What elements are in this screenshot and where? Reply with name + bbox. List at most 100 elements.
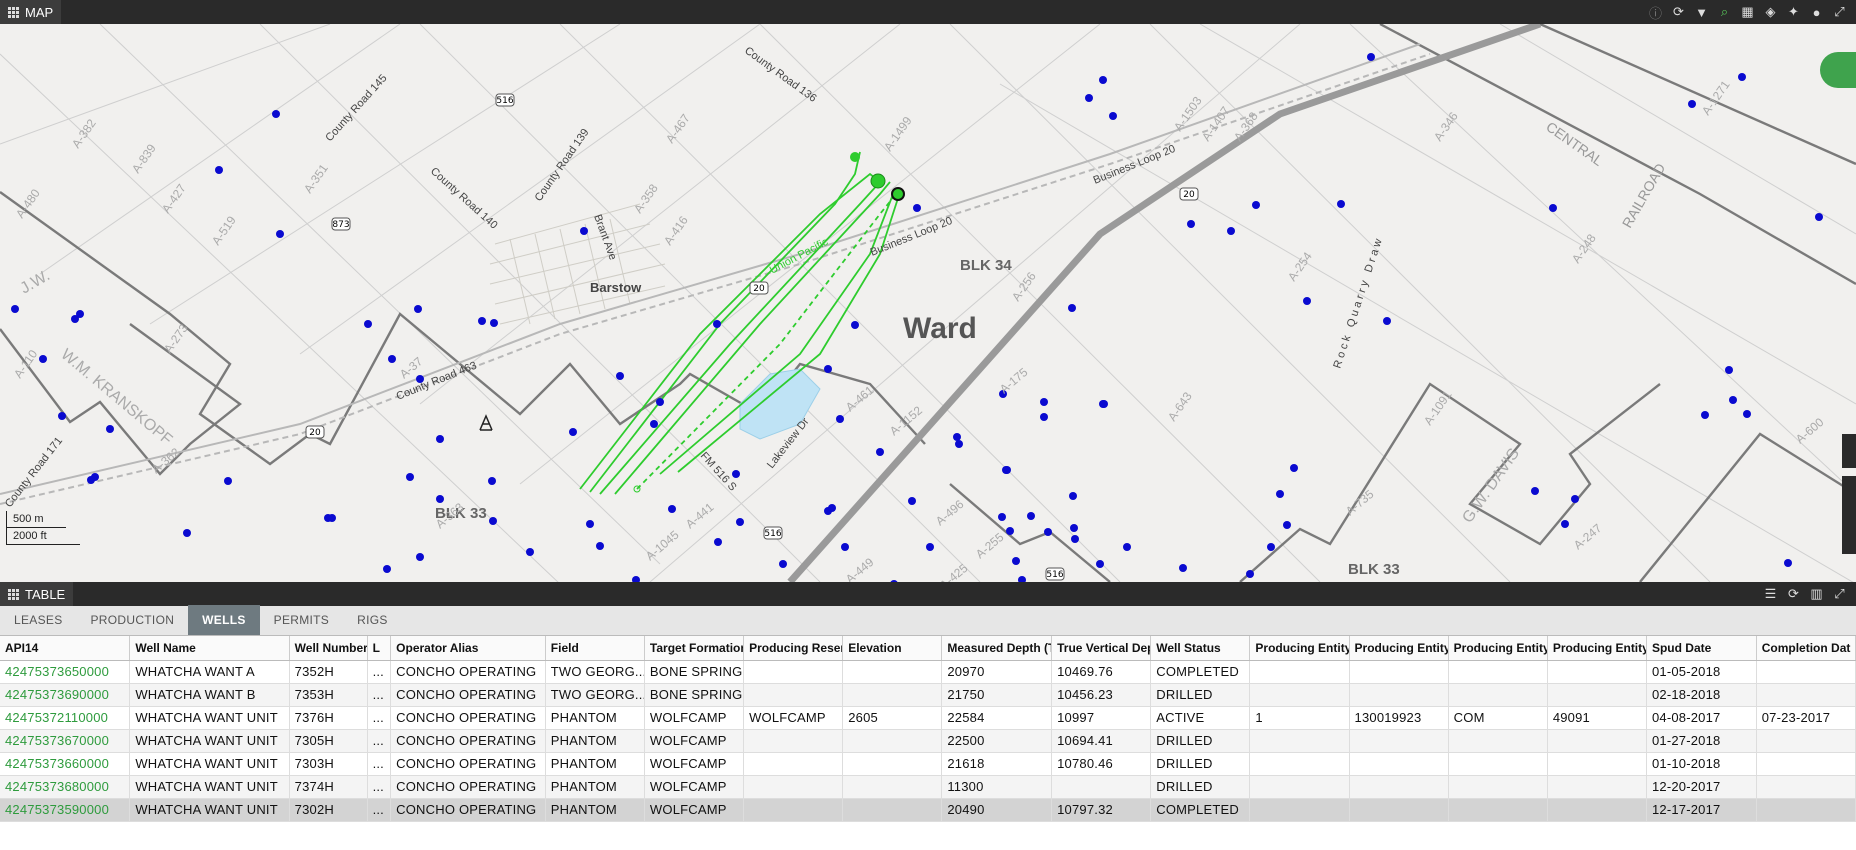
- table-cell: [842, 683, 943, 707]
- shield-label-4: 20: [1183, 190, 1195, 200]
- expand-icon[interactable]: ⤢: [1831, 586, 1848, 603]
- side-drawer-handle-1[interactable]: [1842, 434, 1856, 468]
- table-cell: 20490: [941, 798, 1053, 822]
- column-header[interactable]: True Vertical Depth: [1051, 636, 1152, 661]
- table-cell: CONCHO OPERATING: [390, 660, 546, 684]
- table-cell: TWO GEORG...: [545, 683, 645, 707]
- column-header[interactable]: Producing Entity C: [1249, 636, 1350, 661]
- zoom-search-icon[interactable]: ⌕: [1716, 4, 1733, 21]
- table-row[interactable]: 42475373660000 WHATCHA WANT UNIT 7303H... C…: [0, 752, 1856, 776]
- column-header[interactable]: Well Number: [289, 636, 368, 661]
- layer-table-icon[interactable]: ▦: [1739, 4, 1756, 21]
- column-header[interactable]: Measured Depth (TD: [941, 636, 1053, 661]
- info-icon[interactable]: ⓘ: [1647, 4, 1664, 21]
- table-cell: WOLFCAMP: [644, 706, 745, 730]
- table-cell: DRILLED: [1150, 729, 1251, 753]
- column-header[interactable]: Operator Alias: [390, 636, 546, 661]
- table-row[interactable]: 42475372110000 WHATCHA WANT UNIT 7376H... C…: [0, 706, 1856, 730]
- table-cell: ...: [367, 798, 392, 822]
- column-header[interactable]: Producing Reserv: [743, 636, 844, 661]
- table-cell: 10997: [1051, 706, 1152, 730]
- table-panel-title: TABLE: [25, 586, 66, 602]
- table-cell: [1249, 683, 1350, 707]
- column-header[interactable]: Completion Dat: [1756, 636, 1856, 661]
- scale-imperial: 2000 ft: [6, 528, 80, 545]
- column-header[interactable]: Well Status: [1150, 636, 1251, 661]
- table-cell: 21618: [941, 752, 1053, 776]
- surface-location-marker[interactable]: [850, 152, 860, 162]
- column-header[interactable]: Producing Entity T: [1448, 636, 1548, 661]
- column-header[interactable]: API14: [0, 636, 131, 661]
- filter-icon[interactable]: ▼: [1693, 4, 1710, 21]
- table-cell: PHANTOM: [545, 775, 645, 799]
- column-header[interactable]: L: [367, 636, 392, 661]
- table-row[interactable]: 42475373650000 WHATCHA WANT A 7352H... CONC…: [0, 660, 1856, 684]
- column-header[interactable]: Producing Entity L: [1547, 636, 1647, 661]
- table-cell: WOLFCAMP: [644, 775, 745, 799]
- table-cell: CONCHO OPERATING: [390, 683, 546, 707]
- expand-icon[interactable]: ⤢: [1831, 4, 1848, 21]
- table-row[interactable]: 42475373690000 WHATCHA WANT B 7353H... CONC…: [0, 683, 1856, 707]
- layers-toggle-icon[interactable]: [1820, 52, 1856, 88]
- table-cell: [1756, 752, 1856, 776]
- table-row[interactable]: 42475373680000 WHATCHA WANT UNIT 7374H... C…: [0, 775, 1856, 799]
- column-header[interactable]: Elevation: [842, 636, 943, 661]
- table-cell: ...: [367, 683, 392, 707]
- table-panel-tab[interactable]: TABLE: [0, 582, 74, 606]
- cube-3d-icon[interactable]: ◈: [1762, 4, 1779, 21]
- shield-label-7: 516: [1046, 570, 1063, 580]
- drag-grip-icon[interactable]: [8, 588, 19, 600]
- table-cell: [1448, 798, 1548, 822]
- table-cell: WOLFCAMP: [743, 706, 844, 730]
- table-cell: [1448, 683, 1548, 707]
- table-cell: DRILLED: [1150, 775, 1251, 799]
- table-cell: [842, 775, 943, 799]
- table-row[interactable]: 42475373670000 WHATCHA WANT UNIT 7305H... C…: [0, 729, 1856, 753]
- column-header[interactable]: Well Name: [129, 636, 290, 661]
- selected-well-cluster-marker[interactable]: [870, 173, 886, 189]
- column-header[interactable]: Producing Entity I: [1349, 636, 1449, 661]
- api-link-cell[interactable]: 42475373650000: [0, 660, 131, 684]
- api-link-cell[interactable]: 42475373680000: [0, 775, 131, 799]
- table-cell: [1349, 729, 1449, 753]
- drag-grip-icon[interactable]: [8, 6, 19, 18]
- table-cell: DRILLED: [1150, 752, 1251, 776]
- column-header[interactable]: Field: [545, 636, 645, 661]
- table-cell: ...: [367, 706, 392, 730]
- tab-rigs[interactable]: RIGS: [343, 605, 402, 635]
- refresh-icon[interactable]: ⟳: [1785, 586, 1802, 603]
- tab-permits[interactable]: PERMITS: [260, 605, 343, 635]
- tab-wells[interactable]: WELLS: [188, 605, 260, 635]
- location-marker-icon[interactable]: ●: [1808, 4, 1825, 21]
- pin-icon[interactable]: ✦: [1785, 4, 1802, 21]
- chart-icon[interactable]: ▥: [1808, 586, 1825, 603]
- map-panel-tab[interactable]: MAP: [0, 0, 62, 24]
- api-link-cell[interactable]: 42475373690000: [0, 683, 131, 707]
- selected-well-marker[interactable]: [891, 187, 905, 201]
- api-link-cell[interactable]: 42475372110000: [0, 706, 131, 730]
- side-drawer-handle-2[interactable]: [1842, 476, 1856, 554]
- column-list-icon[interactable]: ☰: [1762, 586, 1779, 603]
- api-link-cell[interactable]: 42475373590000: [0, 798, 131, 822]
- api-link-cell[interactable]: 42475373670000: [0, 729, 131, 753]
- map-panel-header: MAP ⓘ ⟳ ▼ ⌕ ▦ ◈ ✦ ● ⤢: [0, 0, 1856, 24]
- map-canvas[interactable]: 516 873 20 20 20 516 516 20 Ward Barstow…: [0, 24, 1856, 582]
- table-panel-header: TABLE ☰ ⟳ ▥ ⤢: [0, 582, 1856, 606]
- table-cell: [1249, 660, 1350, 684]
- table-cell: CONCHO OPERATING: [390, 775, 546, 799]
- tab-production[interactable]: PRODUCTION: [77, 605, 189, 635]
- api-link-cell[interactable]: 42475373660000: [0, 752, 131, 776]
- tab-leases[interactable]: LEASES: [0, 605, 77, 635]
- table-cell: ...: [367, 729, 392, 753]
- table-tabs: LEASES PRODUCTION WELLS PERMITS RIGS: [0, 605, 1856, 636]
- table-cell: 01-27-2018: [1646, 729, 1757, 753]
- table-cell: [842, 752, 943, 776]
- table-cell: TWO GEORG...: [545, 660, 645, 684]
- refresh-icon[interactable]: ⟳: [1670, 4, 1687, 21]
- column-header[interactable]: Target Formation: [644, 636, 745, 661]
- table-cell: PHANTOM: [545, 729, 645, 753]
- column-header[interactable]: Spud Date: [1646, 636, 1757, 661]
- table-row[interactable]: 42475373590000 WHATCHA WANT UNIT 7302H... C…: [0, 798, 1856, 822]
- table-cell: COMPLETED: [1150, 798, 1251, 822]
- table-cell: [1349, 798, 1449, 822]
